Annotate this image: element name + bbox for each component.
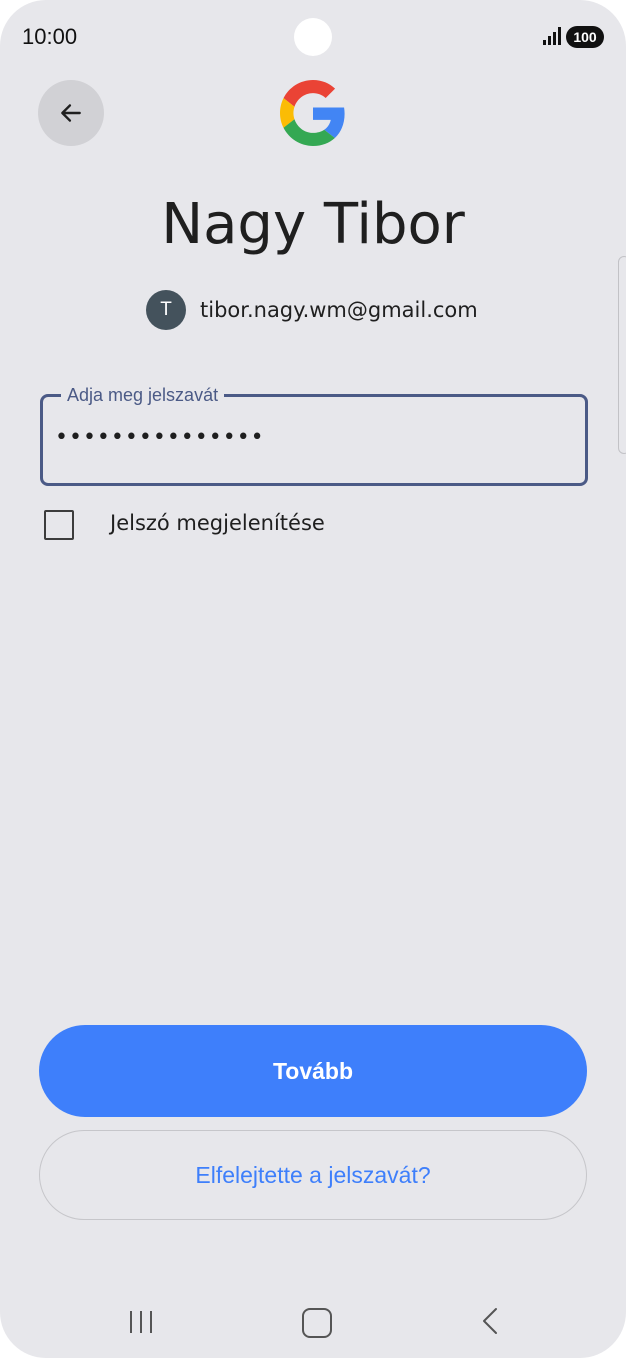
- back-icon[interactable]: [480, 1306, 500, 1336]
- account-name: Nagy Tibor: [161, 192, 465, 257]
- scroll-indicator[interactable]: [618, 256, 626, 454]
- recent-apps-icon[interactable]: [126, 1308, 156, 1336]
- password-field-label: Adja meg jelszavát: [61, 385, 225, 406]
- arrow-left-icon: [61, 104, 81, 122]
- battery-indicator: 100: [566, 26, 604, 48]
- signal-icon: [543, 27, 561, 45]
- password-field[interactable]: Adja meg jelszavát •••••••••••••••: [40, 385, 588, 486]
- back-button[interactable]: [38, 80, 104, 146]
- forgot-password-button[interactable]: Elfelejtette a jelszavát?: [39, 1130, 587, 1220]
- status-time: 10:00: [22, 24, 78, 49]
- avatar: T: [146, 290, 186, 330]
- front-camera: [294, 18, 332, 56]
- home-icon[interactable]: [302, 1308, 332, 1338]
- phone-screen: 10:00 100 Nagy Tibor T tibor.nagy.wm@gma…: [0, 0, 626, 1358]
- google-logo: [280, 80, 345, 146]
- account-chip: T tibor.nagy.wm@gmail.com: [146, 290, 478, 330]
- next-button[interactable]: Tovább: [39, 1025, 587, 1117]
- password-value[interactable]: •••••••••••••••: [55, 425, 265, 450]
- account-email: tibor.nagy.wm@gmail.com: [200, 298, 478, 322]
- show-password-checkbox[interactable]: [44, 510, 74, 540]
- show-password-label[interactable]: Jelszó megjelenítése: [110, 511, 325, 535]
